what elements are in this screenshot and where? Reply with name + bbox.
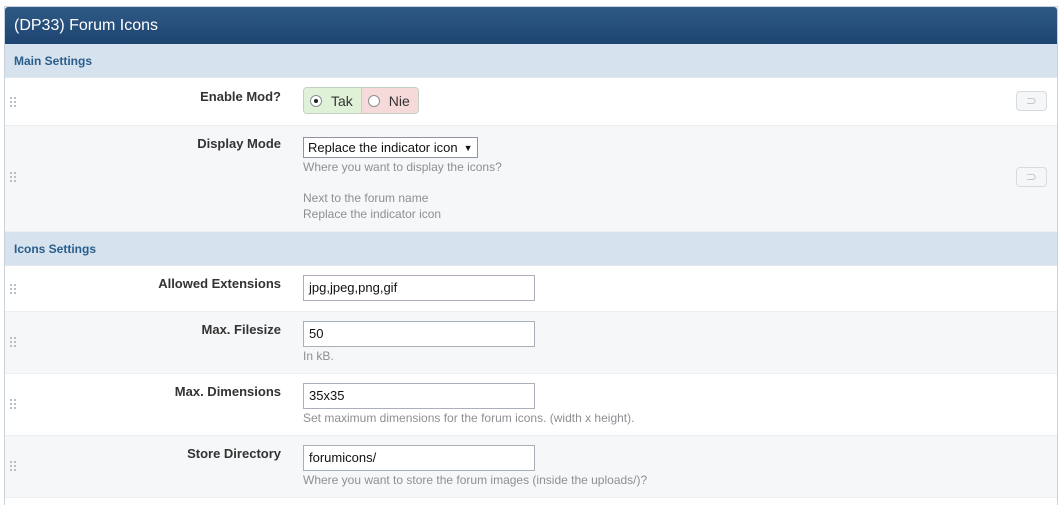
display-mode-select[interactable]: Replace the indicator icon ▼	[303, 137, 478, 158]
radio-no[interactable]	[367, 94, 380, 107]
setting-row-enable-mod: Enable Mod? Tak Nie ⊃	[5, 78, 1057, 126]
enable-no-label: Nie	[388, 92, 410, 109]
drag-handle-icon[interactable]	[9, 398, 17, 410]
store-directory-description: Where you want to store the forum images…	[303, 473, 648, 487]
setting-row-max-filesize: Max. Filesize 50 In kB.	[5, 312, 1057, 374]
drag-handle-icon[interactable]	[9, 336, 17, 348]
setting-row-max-dimensions: Max. Dimensions 35x35 Set maximum dimens…	[5, 374, 1057, 436]
allowed-extensions-input[interactable]: jpg,jpeg,png,gif	[303, 275, 535, 301]
enable-no-option[interactable]: Nie	[361, 88, 418, 113]
setting-row-store-directory: Store Directory forumicons/ Where you wa…	[5, 436, 1057, 498]
setting-label-max-filesize: Max. Filesize	[201, 322, 281, 337]
setting-label-enable-mod: Enable Mod?	[200, 89, 281, 104]
store-directory-input[interactable]: forumicons/	[303, 445, 535, 471]
setting-label-display-mode: Display Mode	[197, 136, 281, 151]
setting-label-max-dimensions: Max. Dimensions	[174, 384, 281, 399]
max-filesize-description: In kB.	[303, 349, 334, 363]
drag-handle-icon[interactable]	[9, 171, 17, 183]
setting-label-store-directory: Store Directory	[187, 446, 281, 461]
drag-handle-icon[interactable]	[9, 283, 17, 295]
enable-mod-toggle: Tak Nie	[303, 87, 419, 114]
max-dimensions-input[interactable]: 35x35	[303, 383, 535, 409]
setting-label-allowed-extensions: Allowed Extensions	[158, 276, 281, 291]
section-header-icons: Icons Settings	[5, 232, 1057, 266]
settings-panel: (DP33) Forum Icons Main Settings Enable …	[4, 6, 1058, 505]
display-mode-description: Where you want to display the icons?	[303, 160, 502, 174]
display-mode-selected: Replace the indicator icon	[308, 140, 458, 155]
setting-row-allowed-extensions: Allowed Extensions jpg,jpeg,png,gif	[5, 266, 1057, 312]
chevron-down-icon: ▼	[463, 143, 473, 153]
enable-yes-label: Tak	[331, 92, 353, 109]
page-title: (DP33) Forum Icons	[5, 7, 1057, 44]
display-mode-option-2: Replace the indicator icon	[303, 207, 442, 221]
drag-handle-icon[interactable]	[9, 96, 17, 108]
display-mode-control: Replace the indicator icon ▼ Where you wa…	[303, 137, 502, 222]
section-header-main: Main Settings	[5, 44, 1057, 78]
drag-handle-icon[interactable]	[9, 460, 17, 472]
enable-yes-option[interactable]: Tak	[304, 88, 362, 113]
revert-icon[interactable]: ⊃	[1016, 91, 1047, 111]
radio-yes[interactable]	[310, 94, 322, 107]
display-mode-option-1: Next to the forum name	[303, 191, 429, 205]
revert-icon[interactable]: ⊃	[1016, 167, 1047, 187]
yes-no-group: Tak Nie	[303, 87, 419, 114]
setting-row-display-mode: Display Mode Replace the indicator icon ▼…	[5, 126, 1057, 232]
max-filesize-input[interactable]: 50	[303, 321, 535, 347]
max-dimensions-description: Set maximum dimensions for the forum ico…	[303, 411, 635, 425]
